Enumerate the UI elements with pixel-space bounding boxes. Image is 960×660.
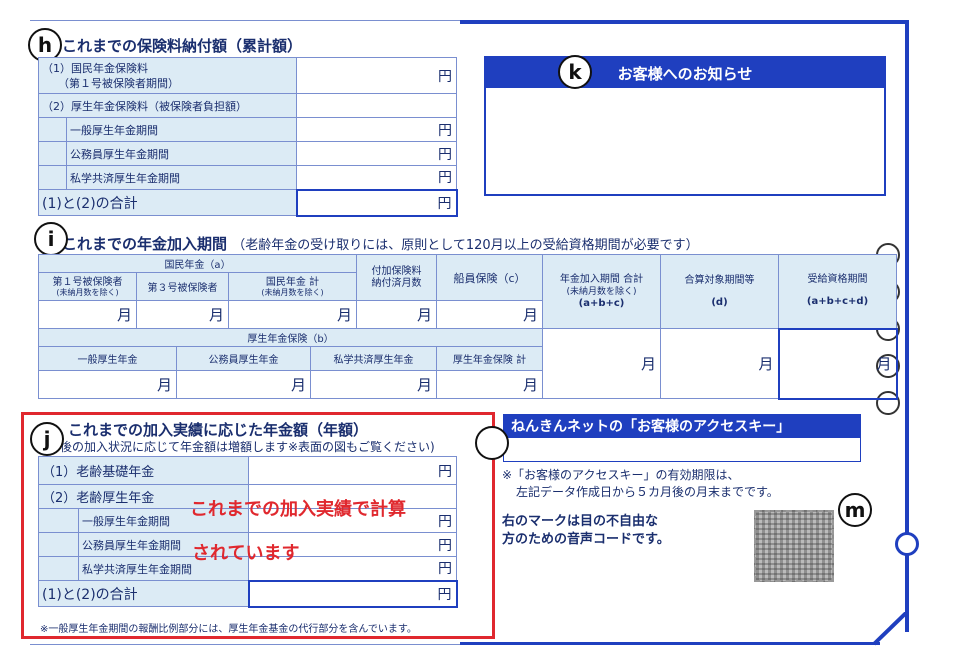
overlay-line2: されています xyxy=(192,543,300,564)
col-3go: 第３号被保険者 xyxy=(136,272,229,301)
total-label: (1)と(2)の合計 xyxy=(38,189,297,216)
taisho-formula: (d) xyxy=(711,296,728,308)
months-kosei-total: 月 xyxy=(436,370,544,399)
section-j-title: これまでの加入実績に応じた年金額（年額） xyxy=(68,421,369,439)
amount-kokumin: 円 xyxy=(296,57,457,94)
total-period-label: 年金加入期間 合計 xyxy=(559,273,644,285)
col-ippan: 一般厚生年金 xyxy=(38,346,177,371)
total-period-sub: (未納月数を除く) xyxy=(566,286,637,297)
frame-bottom-thin xyxy=(30,644,460,645)
col-kokumin-total-sub: (未納月数を除く) xyxy=(261,287,324,297)
row-kiso-label: （1）老齢基礎年金 xyxy=(38,456,249,485)
row-ippan-label: 一般厚生年金期間 xyxy=(66,117,297,142)
amount-shigaku: 円 xyxy=(296,165,457,190)
access-key-note2: 左記データ作成日から５カ月後の月末までです。 xyxy=(516,485,779,499)
voice-code-line1: 右のマークは目の不自由な xyxy=(502,514,659,529)
col-1go-label: 第１号被保険者 xyxy=(52,276,123,288)
marker-i: i xyxy=(34,222,68,256)
col-1go-sub: (未納月数を除く) xyxy=(56,287,119,297)
row-komuin-label: 公務員厚生年金期間 xyxy=(66,141,297,166)
section-h-table: （1）国民年金保険料 （第１号被保険者期間） 円 （2）厚生年金保険料（被保険者… xyxy=(38,57,458,217)
section-i-title: これまでの年金加入期間 （老齢年金の受け取りには、原則として120月以上の受給資… xyxy=(62,233,699,254)
section-i-heading: これまでの年金加入期間 xyxy=(62,235,228,253)
col-kokumin-total: 国民年金 計 (未納月数を除く) xyxy=(227,272,358,301)
months-senin: 月 xyxy=(436,300,544,329)
indent-cell xyxy=(38,117,67,142)
col-komuin: 公務員厚生年金 xyxy=(176,346,311,371)
amount-kiso: 円 xyxy=(248,456,457,485)
col-kokumin-total-label: 国民年金 計 xyxy=(265,276,320,288)
months-1go: 月 xyxy=(38,300,137,329)
taisho-label: 合算対象期間等 xyxy=(684,274,755,286)
row-kosei-label: （2）厚生年金保険料（被保険者負担額） xyxy=(38,93,297,118)
months-taisho: 月 xyxy=(660,328,780,399)
row-kokumin-sub: （第１号被保険者期間） xyxy=(58,76,179,90)
taisho-header: 合算対象期間等 (d) xyxy=(660,254,780,329)
months-jukyu: 月 xyxy=(777,327,898,400)
amount-komuin: 円 xyxy=(296,141,457,166)
amount-total: 円 xyxy=(295,188,458,217)
frame-corner xyxy=(872,612,909,646)
j-total-label: (1)と(2)の合計 xyxy=(38,580,249,607)
marker-k: k xyxy=(558,55,592,89)
frame-top xyxy=(460,20,908,24)
months-kokumin-total: 月 xyxy=(227,300,358,329)
total-period-header: 年金加入期間 合計 (未納月数を除く) (a+b+c) xyxy=(542,254,662,329)
section-i-table: 国民年金（a） 付加保険料 納付済月数 船員保険（c） 年金加入期間 合計 (未… xyxy=(37,254,898,400)
indent-cell xyxy=(38,556,79,581)
indent-cell xyxy=(38,141,67,166)
kosei-group-header: 厚生年金保険（b） xyxy=(37,328,544,347)
jukyu-label: 受給資格期間 xyxy=(807,274,868,286)
section-h-title: これまでの保険料納付額（累計額） xyxy=(62,37,303,55)
overlay-line1: これまでの加入実績で計算 xyxy=(190,499,406,520)
indent-cell xyxy=(38,532,79,557)
notice-title: お客様へのお知らせ xyxy=(486,58,884,88)
frame-bottom xyxy=(460,642,880,645)
kokumin-group-header: 国民年金（a） xyxy=(37,254,358,273)
section-j-note: 後の加入状況に応じて年金額は増額します※表面の図もご覧ください) xyxy=(60,440,435,454)
section-i-note: （老齢年金の受け取りには、原則として120月以上の受給資格期間が必要です） xyxy=(232,238,699,253)
months-shigaku: 月 xyxy=(309,370,438,399)
row-kokumin-label: （1）国民年金保険料 xyxy=(42,61,148,75)
marker-m: m xyxy=(838,493,872,527)
fuka-header: 付加保険料 納付済月数 xyxy=(356,254,438,301)
row-kokumin: （1）国民年金保険料 （第１号被保険者期間） xyxy=(38,57,297,94)
amount-ippan: 円 xyxy=(296,117,457,142)
marker-j: j xyxy=(30,422,64,456)
access-key-note1: ※「お客様のアクセスキー」の有効期限は、 xyxy=(502,468,740,482)
months-3go: 月 xyxy=(136,300,229,329)
frame-notch xyxy=(895,532,919,556)
senin-header: 船員保険（c） xyxy=(436,254,544,301)
row-shigaku-label: 私学共済厚生年金期間 xyxy=(66,165,297,190)
section-j-table: （1）老齢基礎年金 円 （2）老齢厚生年金 一般厚生年金期間 円 公務員厚生年金… xyxy=(38,456,458,608)
section-j-footnote: ※一般厚生年金期間の報酬比例部分には、厚生年金基金の代行部分を含んでいます。 xyxy=(40,624,417,635)
amount-j-total: 円 xyxy=(247,579,458,608)
indent-cell xyxy=(38,508,79,533)
jukyu-formula: (a+b+c+d) xyxy=(806,296,869,308)
months-komuin: 月 xyxy=(176,370,311,399)
notice-box: お客様へのお知らせ xyxy=(484,56,886,196)
months-total-period: 月 xyxy=(542,328,662,399)
jukyu-header: 受給資格期間 (a+b+c+d) xyxy=(778,254,898,329)
indent-cell xyxy=(38,165,67,190)
voice-code-mark xyxy=(754,510,834,582)
col-shigaku: 私学共済厚生年金 xyxy=(309,346,438,371)
months-fuka: 月 xyxy=(356,300,438,329)
access-key-field xyxy=(503,438,861,462)
access-key-title: ねんきんネットの「お客様のアクセスキー」 xyxy=(503,414,861,438)
col-kosei-total: 厚生年金保険 計 xyxy=(436,346,544,371)
voice-code-line2: 方のための音声コードです。 xyxy=(502,532,670,547)
col-1go: 第１号被保険者 (未納月数を除く) xyxy=(38,272,137,301)
row-kosei-blank xyxy=(296,93,457,118)
total-period-formula: (a+b+c) xyxy=(578,297,625,309)
months-ippan: 月 xyxy=(38,370,177,399)
frame-top-thin xyxy=(30,20,460,21)
marker-blank xyxy=(475,426,509,460)
